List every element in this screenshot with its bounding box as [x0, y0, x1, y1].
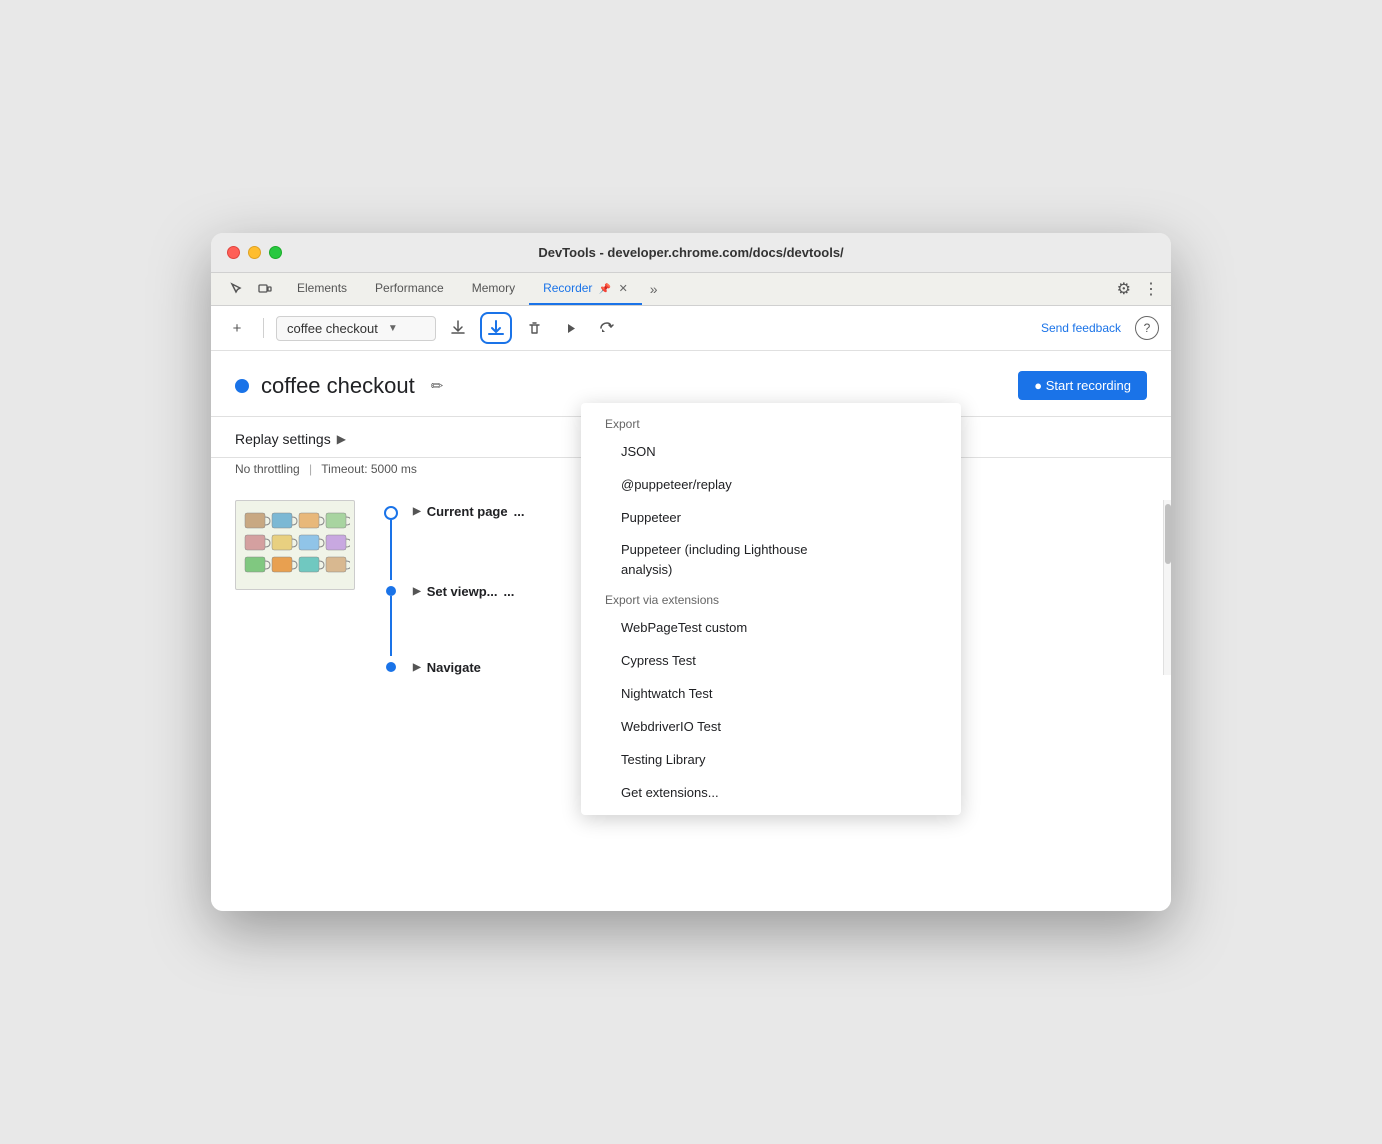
export-cypress-item[interactable]: Cypress Test [581, 644, 961, 677]
tab-nav-area [219, 275, 283, 303]
main-content: coffee checkout ✏ ● Start recording Repl… [211, 351, 1171, 911]
step-circle-1 [384, 506, 398, 520]
replay-button[interactable] [556, 314, 584, 342]
add-recording-button[interactable]: + [223, 314, 251, 342]
recording-selector[interactable]: coffee checkout ▼ [276, 316, 436, 341]
export-section-1-header: Export [581, 409, 961, 435]
export-section-2-header: Export via extensions [581, 585, 961, 611]
send-feedback-button[interactable]: Send feedback [1035, 317, 1127, 339]
export-get-extensions-item[interactable]: Get extensions... [581, 776, 961, 809]
delete-recording-button[interactable] [520, 314, 548, 342]
export-nightwatch-item[interactable]: Nightwatch Test [581, 677, 961, 710]
recording-selector-name: coffee checkout [287, 321, 378, 336]
inspect-icon[interactable] [223, 275, 251, 303]
tab-recorder-close[interactable]: ✕ [619, 283, 628, 295]
toolbar-separator-1 [263, 318, 264, 338]
start-recording-button[interactable]: ● Start recording [1018, 371, 1147, 400]
recorder-toolbar: + coffee checkout ▼ [211, 306, 1171, 351]
edit-title-icon[interactable]: ✏ [427, 373, 448, 399]
export-webpagetest-item[interactable]: WebPageTest custom [581, 611, 961, 644]
more-options-icon[interactable]: ⋮ [1139, 273, 1163, 305]
devtools-window: DevTools - developer.chrome.com/docs/dev… [211, 233, 1171, 911]
chevron-down-icon: ▼ [388, 323, 398, 334]
step-expand-2[interactable]: ▶ [413, 586, 421, 597]
export-testing-library-item[interactable]: Testing Library [581, 743, 961, 776]
settings-icon[interactable]: ⚙ [1109, 273, 1139, 305]
scrollbar-thumb[interactable] [1165, 504, 1171, 564]
replay-settings-label: Replay settings ▶ [235, 431, 346, 447]
traffic-lights [227, 246, 282, 259]
tabs-more-button[interactable]: » [642, 275, 666, 303]
recording-status-dot [235, 379, 249, 393]
export-puppeteer-item[interactable]: Puppeteer [581, 501, 961, 534]
device-icon[interactable] [251, 275, 279, 303]
help-button[interactable]: ? [1135, 316, 1159, 340]
export-download-button[interactable] [480, 312, 512, 344]
step-thumbnail [235, 500, 365, 675]
step-circle-3 [386, 662, 396, 672]
export-puppeteer-replay-item[interactable]: @puppeteer/replay [581, 468, 961, 501]
minimize-traffic-light[interactable] [248, 246, 261, 259]
tab-memory[interactable]: Memory [458, 273, 529, 305]
tab-performance[interactable]: Performance [361, 273, 458, 305]
export-recording-button[interactable] [444, 314, 472, 342]
tab-recorder[interactable]: Recorder 📌 ✕ [529, 273, 642, 305]
step-line-1 [390, 520, 392, 580]
maximize-traffic-light[interactable] [269, 246, 282, 259]
scrollbar[interactable] [1163, 500, 1171, 675]
recording-title: coffee checkout [261, 373, 415, 399]
step-over-button[interactable] [592, 314, 620, 342]
thumbnail-image [235, 500, 355, 590]
step-line-2 [390, 596, 392, 656]
step-circle-2 [386, 586, 396, 596]
close-traffic-light[interactable] [227, 246, 240, 259]
export-puppeteer-lighthouse-item[interactable]: Puppeteer (including Lighthouseanalysis) [581, 534, 961, 585]
tab-elements[interactable]: Elements [283, 273, 361, 305]
step-expand-3[interactable]: ▶ [413, 662, 421, 673]
settings-expand-arrow: ▶ [337, 432, 346, 446]
tabs-bar: Elements Performance Memory Recorder 📌 ✕… [211, 273, 1171, 306]
title-bar: DevTools - developer.chrome.com/docs/dev… [211, 233, 1171, 273]
export-json-item[interactable]: JSON [581, 435, 961, 468]
export-dropdown: Export JSON @puppeteer/replay Puppeteer … [581, 403, 961, 815]
export-webdriverio-item[interactable]: WebdriverIO Test [581, 710, 961, 743]
step-expand-1[interactable]: ▶ [413, 506, 421, 517]
window-title: DevTools - developer.chrome.com/docs/dev… [538, 245, 843, 260]
content-area: coffee checkout ✏ ● Start recording Repl… [211, 351, 1171, 911]
